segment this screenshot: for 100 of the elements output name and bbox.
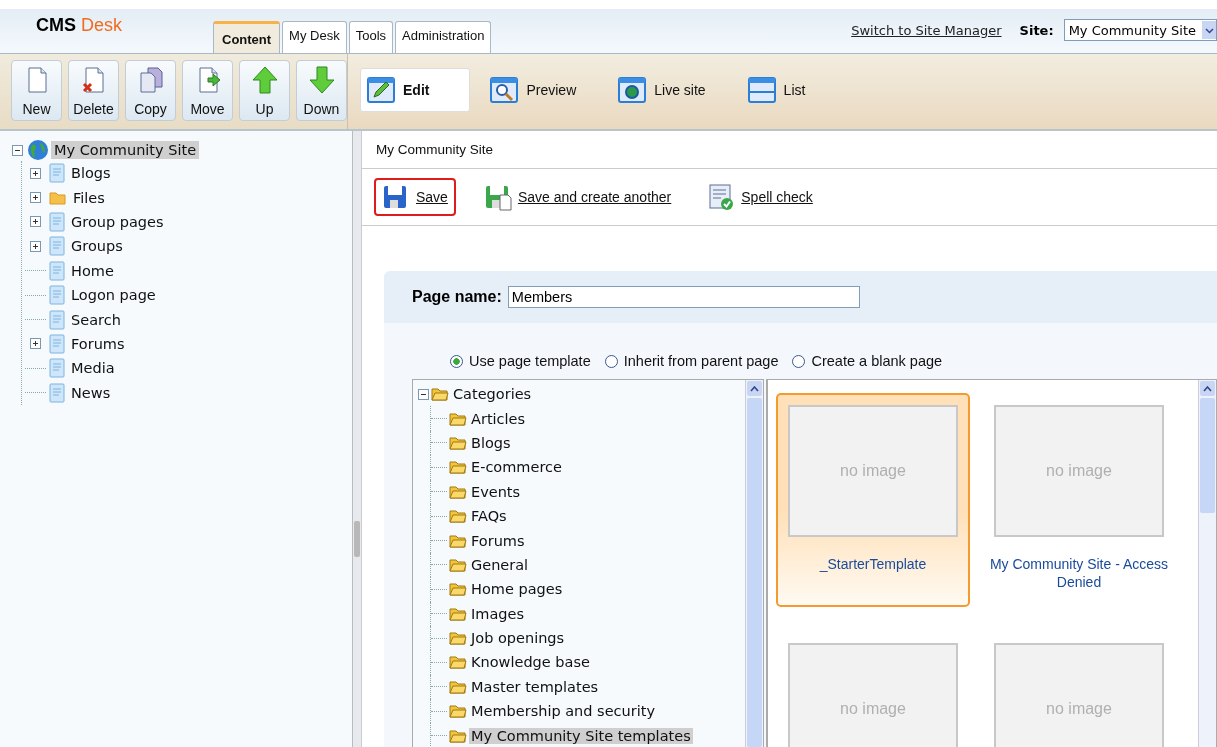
view-tab[interactable]: List (741, 68, 828, 111)
toolbar-button[interactable]: Move (182, 60, 233, 121)
tree-item[interactable]: Files (70, 188, 108, 207)
category-item[interactable]: Forums (469, 532, 527, 549)
category-item[interactable]: General (469, 556, 531, 573)
folder-icon (449, 459, 467, 476)
tab[interactable]: Tools (348, 21, 394, 53)
action-link[interactable]: Save and create another (475, 178, 680, 216)
folder-icon (449, 434, 467, 451)
template-name: _StarterTemplate (818, 555, 928, 573)
category-item[interactable]: Job openings (469, 630, 567, 647)
page-icon (49, 236, 65, 257)
globe-window-icon (618, 76, 647, 103)
view-tab[interactable]: Live site (612, 68, 728, 111)
category-item[interactable]: My Community Site templates (469, 727, 693, 744)
expand-icon[interactable] (30, 167, 41, 179)
tab[interactable]: My Desk (282, 21, 347, 53)
no-image-placeholder: no image (994, 643, 1164, 747)
folder-icon (449, 630, 467, 647)
scrollbar[interactable] (1198, 380, 1216, 747)
site-dropdown[interactable]: My Community Site (1063, 19, 1217, 41)
folder-icon (449, 410, 467, 427)
tree-item[interactable]: Logon page (68, 286, 159, 305)
folder-icon (449, 556, 467, 573)
expand-icon[interactable] (30, 192, 41, 204)
toolbar-button[interactable]: Copy (125, 60, 176, 121)
category-item[interactable]: Membership and security (469, 703, 657, 720)
radio-option[interactable]: Create a blank page (792, 353, 943, 369)
tab[interactable]: Administration (395, 21, 492, 53)
action-link[interactable]: Spell check (699, 178, 821, 216)
splitter-handle[interactable] (354, 521, 360, 557)
globe-icon (27, 139, 49, 161)
expand-icon[interactable] (30, 216, 41, 228)
collapse-icon[interactable] (12, 144, 23, 156)
template-card[interactable]: no image My Community Site - Access Denied (982, 393, 1176, 607)
toolbar-button[interactable]: New (11, 60, 62, 121)
toolbar-button[interactable]: Delete (68, 60, 119, 121)
page-icon (49, 382, 65, 403)
folder-icon (449, 703, 467, 720)
category-item[interactable]: Home pages (469, 581, 565, 598)
category-item[interactable]: Events (469, 483, 523, 500)
tree-item[interactable]: Groups (68, 237, 126, 256)
tree-item[interactable]: Blogs (68, 164, 114, 183)
folder-icon (449, 727, 467, 744)
action-link[interactable]: Save (374, 178, 456, 216)
page-name-field[interactable]: Members (507, 286, 860, 308)
template-name: My Community Site - Access Denied (988, 555, 1170, 591)
tree-item[interactable]: Home (68, 261, 117, 280)
template-card[interactable]: no image _StarterTemplate (776, 393, 970, 607)
magnifier-window-icon (490, 76, 519, 103)
page-icon (49, 163, 65, 184)
tree-item[interactable]: My Community Site (51, 141, 200, 159)
category-item[interactable]: Categories (451, 386, 534, 403)
view-tab[interactable]: Edit (360, 67, 471, 112)
category-item[interactable]: Images (469, 605, 526, 622)
category-item[interactable]: E-commerce (469, 459, 564, 476)
page-icon (49, 333, 65, 354)
expand-icon[interactable] (30, 240, 41, 252)
up-arrow-icon (249, 65, 280, 95)
folder-icon (449, 678, 467, 695)
tree-item[interactable]: Group pages (68, 212, 167, 231)
expand-icon[interactable] (30, 338, 41, 350)
tree-item[interactable]: Media (68, 359, 118, 378)
page-icon (49, 358, 65, 379)
radio-option[interactable]: Inherit from parent page (604, 353, 779, 369)
site-label: Site: (1019, 22, 1054, 38)
floppy-disk-with-page-icon (483, 183, 512, 211)
radio-option[interactable]: Use page template (450, 353, 591, 369)
switch-to-site-manager-link[interactable]: Switch to Site Manager (851, 22, 1002, 38)
cms-desk-logo: CMS Desk (35, 14, 124, 36)
folder-icon (449, 483, 467, 500)
category-item[interactable]: Blogs (469, 434, 513, 451)
category-item[interactable]: Articles (469, 410, 528, 427)
scroll-up-icon[interactable] (1203, 385, 1212, 392)
down-arrow-icon (306, 65, 337, 95)
no-image-placeholder: no image (788, 643, 958, 747)
toolbar-button[interactable]: Down (296, 60, 347, 121)
folder-icon (449, 581, 467, 598)
scroll-up-icon[interactable] (750, 385, 759, 392)
tree-item[interactable]: News (68, 383, 114, 402)
toolbar-button[interactable]: Up (239, 60, 290, 121)
breadcrumb: My Community Site (362, 131, 1217, 169)
category-item[interactable]: FAQs (469, 508, 509, 525)
category-item[interactable]: Master templates (469, 678, 601, 695)
list-window-icon (747, 76, 776, 103)
page-icon (49, 309, 65, 330)
page-name-label: Page name: (412, 288, 502, 306)
page-icon (49, 285, 65, 306)
tab[interactable]: Content (213, 21, 281, 53)
page-icon (49, 260, 65, 281)
category-item[interactable]: Knowledge base (469, 654, 592, 671)
caret-icon (1204, 25, 1214, 35)
page-icon (49, 211, 65, 232)
tree-item[interactable]: Search (68, 310, 124, 329)
scrollbar[interactable] (745, 380, 763, 747)
collapse-icon[interactable] (418, 388, 429, 400)
folder-icon (449, 532, 467, 549)
folder-icon (449, 654, 467, 671)
tree-item[interactable]: Forums (68, 334, 128, 353)
view-tab[interactable]: Preview (484, 68, 599, 111)
